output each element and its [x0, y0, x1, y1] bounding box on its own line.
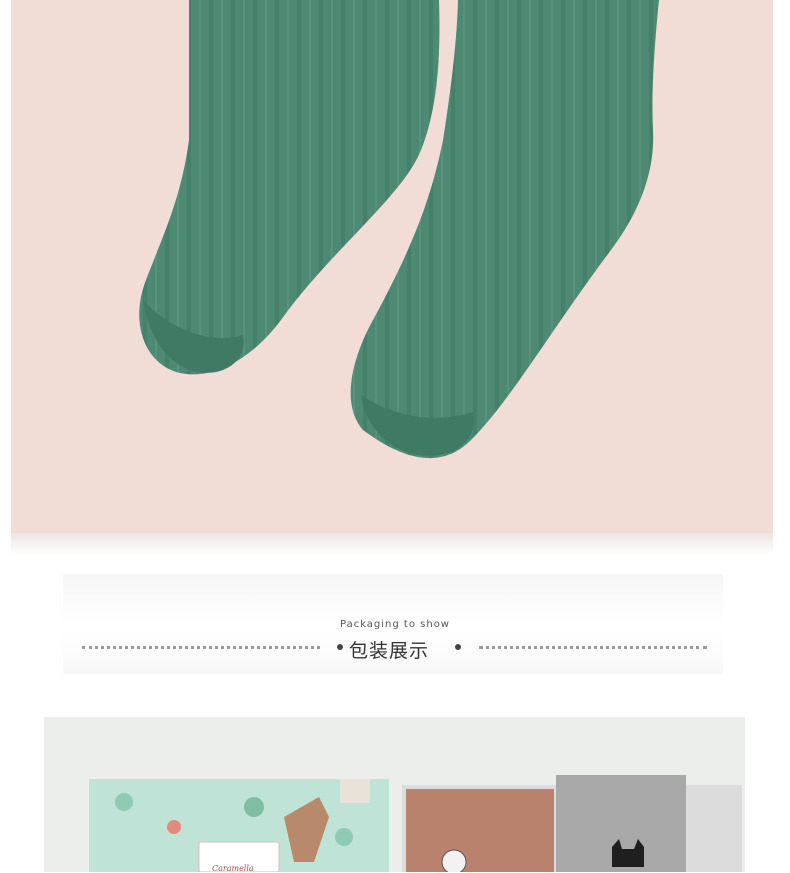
section-subtitle-en: Packaging to show — [339, 619, 450, 630]
packaging-photo — [44, 717, 745, 872]
dotted-divider-left — [82, 646, 320, 649]
section-title-cn: 包装展示 — [349, 640, 430, 662]
bullet-left — [337, 644, 343, 650]
green-socks-illustration — [139, 0, 659, 459]
dotted-divider-right — [479, 646, 707, 649]
bullet-right — [455, 644, 461, 650]
hero-shadow — [11, 533, 773, 555]
gift-box-illustration — [44, 717, 745, 872]
hero-sock-image — [11, 0, 773, 533]
brown-sock — [406, 789, 554, 872]
